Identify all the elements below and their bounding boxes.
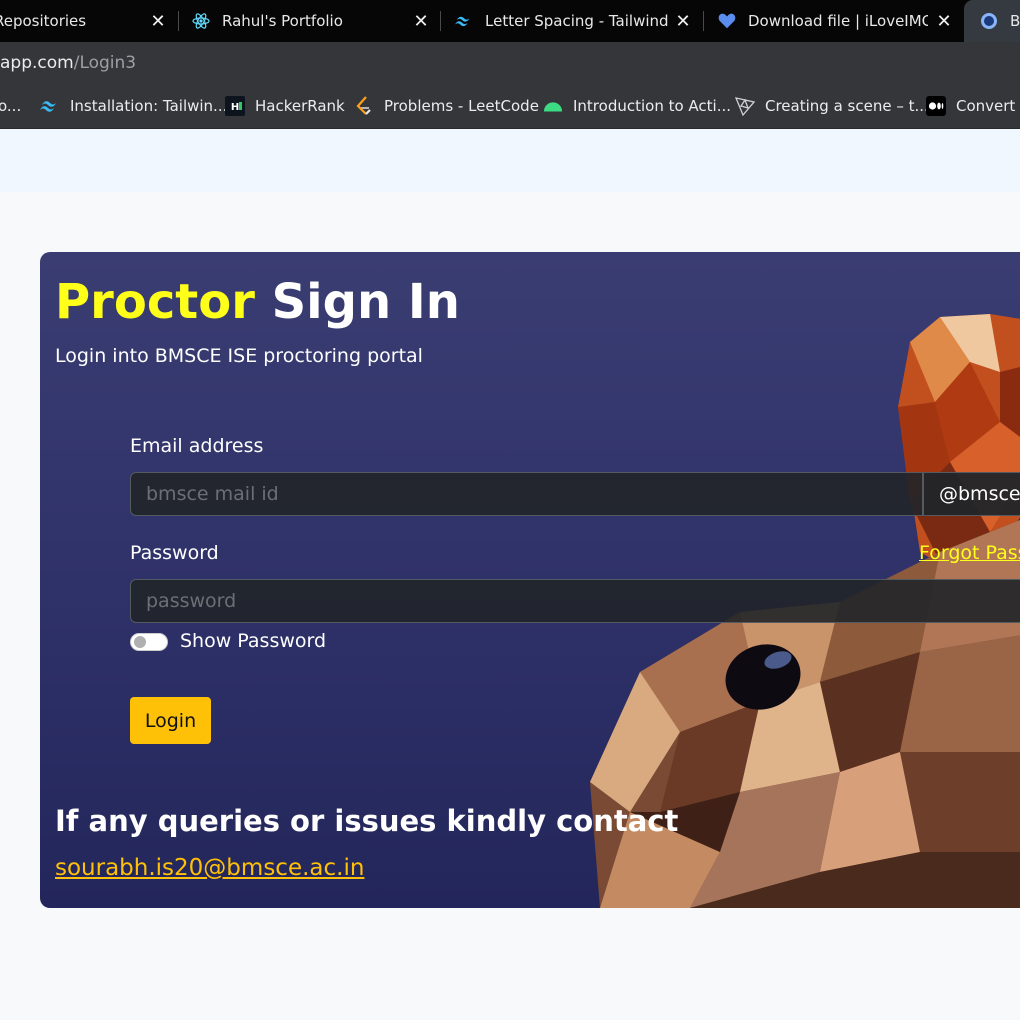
email-domain-suffix: @bmsce.ac.in: [923, 472, 1020, 516]
show-password-toggle[interactable]: [130, 633, 168, 651]
hackerrank-icon: H: [225, 96, 245, 116]
tab-title: Rahul's Portfolio: [222, 12, 343, 30]
android-icon: [543, 96, 563, 116]
heart-icon: [718, 12, 736, 30]
tab-letter-spacing[interactable]: Letter Spacing - Tailwind CSS ✕: [455, 0, 697, 42]
tab-iloveimg[interactable]: Download file | iLoveIMG ✕: [718, 0, 958, 42]
close-icon[interactable]: ✕: [930, 0, 958, 42]
title-highlight: Proctor: [55, 274, 255, 330]
browser-tab-strip: Repositories ✕ Rahul's Portfolio ✕ Lette…: [0, 0, 1020, 42]
close-icon[interactable]: ✕: [669, 0, 697, 42]
tab-repositories[interactable]: Repositories ✕: [0, 0, 172, 42]
bookmark-label: Installation: Tailwin...: [70, 97, 228, 115]
show-password-label: Show Password: [180, 630, 327, 652]
threejs-icon: [735, 96, 755, 116]
bookmark-label: HackerRank: [255, 97, 345, 115]
bookmark-label: Convert D: [956, 97, 1020, 115]
tab-title: Repositories: [0, 12, 87, 30]
bookmark-label: Introduction to Acti...: [573, 97, 732, 115]
email-field[interactable]: [130, 472, 923, 516]
tab-title: Letter Spacing - Tailwind CSS: [485, 12, 669, 30]
tab-divider: [703, 11, 704, 31]
page-subtitle: Login into BMSCE ISE proctoring portal: [55, 345, 423, 367]
url-host: app.com: [0, 53, 74, 73]
url-path: /Login3: [73, 53, 137, 73]
bookmark-leetcode[interactable]: Problems - LeetCode: [354, 84, 539, 128]
svg-text:H: H: [231, 102, 239, 113]
bookmark-item[interactable]: o...: [0, 84, 21, 128]
bookmarks-bar: o... Installation: Tailwin... H HackerRa…: [0, 84, 1020, 129]
page-title: Proctor Sign In: [55, 274, 460, 330]
bookmark-label: o...: [0, 97, 22, 115]
medium-icon: [926, 96, 946, 116]
login-button[interactable]: Login: [130, 697, 211, 744]
email-label: Email address: [130, 435, 264, 457]
title-rest: Sign In: [254, 274, 460, 330]
bookmark-threejs-scene[interactable]: Creating a scene – t...: [735, 84, 929, 128]
tab-title: BI: [1010, 12, 1020, 30]
bookmark-label: Problems - LeetCode: [384, 97, 539, 115]
forgot-password-link[interactable]: Forgot Password?: [919, 542, 1020, 564]
login-card: Proctor Sign In Login into BMSCE ISE pro…: [40, 252, 1020, 908]
bookmark-convert[interactable]: Convert D: [926, 84, 1020, 128]
tab-divider: [440, 11, 441, 31]
tab-title: Download file | iLoveIMG: [748, 12, 928, 30]
toggle-knob: [134, 636, 146, 648]
bookmark-tailwind-installation[interactable]: Installation: Tailwin...: [40, 84, 227, 128]
contact-heading: If any queries or issues kindly contact: [55, 804, 679, 838]
contact-email-link[interactable]: sourabh.is20@bmsce.ac.in: [55, 855, 364, 881]
close-icon[interactable]: ✕: [144, 0, 172, 42]
react-icon: [192, 12, 210, 30]
globe-icon: [980, 12, 998, 30]
bookmark-android-activities[interactable]: Introduction to Acti...: [543, 84, 731, 128]
tailwind-icon: [40, 96, 60, 116]
tailwind-icon: [455, 12, 473, 30]
password-label: Password: [130, 542, 219, 564]
tab-active[interactable]: BI: [964, 0, 1020, 42]
close-icon[interactable]: ✕: [407, 0, 435, 42]
password-field[interactable]: [130, 579, 1020, 623]
address-bar[interactable]: app.com/Login3: [0, 42, 1020, 84]
bookmark-hackerrank[interactable]: H HackerRank: [225, 84, 345, 128]
bookmark-label: Creating a scene – t...: [765, 97, 929, 115]
page-top-navbar: [0, 129, 1020, 192]
tab-divider: [178, 11, 179, 31]
leetcode-icon: [354, 96, 374, 116]
tab-rahuls-portfolio[interactable]: Rahul's Portfolio ✕: [192, 0, 435, 42]
